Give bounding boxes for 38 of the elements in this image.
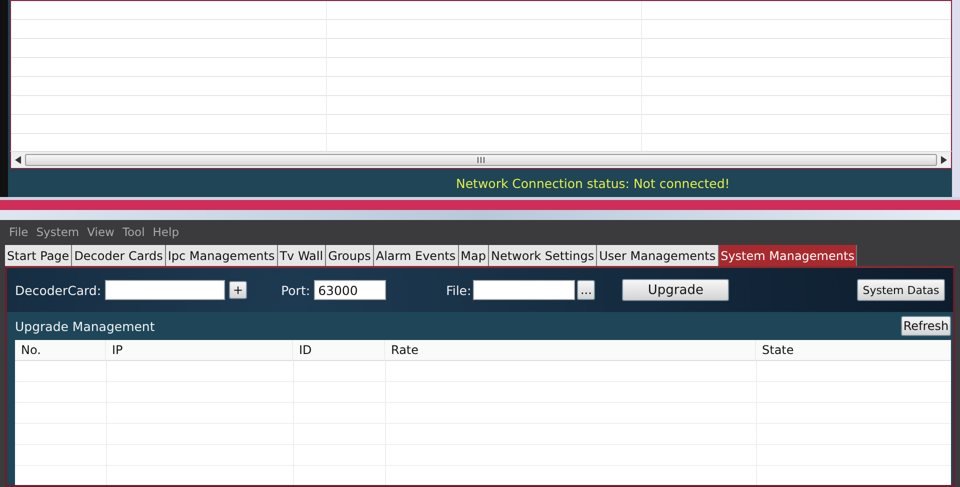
connection-status: Network Connection status: Not connected! <box>456 176 730 190</box>
tab[interactable]: Ipc Managements <box>166 245 278 266</box>
add-button[interactable]: + <box>229 281 248 299</box>
tab[interactable]: Start Page <box>5 245 72 266</box>
decoder-card-label: DecoderCard: <box>15 282 102 298</box>
column-header[interactable]: Rate <box>385 340 756 361</box>
tab[interactable]: Alarm Events <box>374 245 459 266</box>
column-header[interactable]: ID <box>293 340 385 361</box>
tab[interactable]: Tv Wall <box>278 245 326 266</box>
system-datas-button[interactable]: System Datas <box>857 279 945 301</box>
browse-button[interactable]: ... <box>577 280 596 300</box>
tab[interactable]: Decoder Cards <box>72 245 166 266</box>
column-header[interactable]: No. <box>15 340 106 361</box>
refresh-button[interactable]: Refresh <box>901 316 951 336</box>
port-label: Port: <box>281 282 310 298</box>
horizontal-scrollbar[interactable] <box>10 151 952 169</box>
left-arrow-icon[interactable] <box>15 156 21 164</box>
menu-item[interactable]: System <box>36 225 80 239</box>
scrollbar-thumb[interactable] <box>25 154 937 166</box>
tab[interactable]: System Managements <box>718 245 858 266</box>
file-label: File: <box>446 282 472 298</box>
port-field[interactable]: 63000 <box>314 280 386 300</box>
right-arrow-icon[interactable] <box>941 156 947 164</box>
column-header[interactable]: IP <box>106 340 293 361</box>
file-field[interactable] <box>473 280 576 300</box>
upgrade-button[interactable]: Upgrade <box>622 279 730 301</box>
tab[interactable]: Network Settings <box>488 245 598 266</box>
menu-item[interactable]: File <box>9 225 28 239</box>
menu-item[interactable]: Help <box>152 225 179 239</box>
column-header[interactable]: State <box>756 340 951 361</box>
group-title: Upgrade Management <box>15 318 155 334</box>
menu-item[interactable]: Tool <box>122 225 145 239</box>
menu-item[interactable]: View <box>87 225 114 239</box>
tab[interactable]: Groups <box>326 245 374 266</box>
grip-icon <box>477 157 485 163</box>
tab[interactable]: User Managements <box>597 245 719 266</box>
decoder-card-field[interactable] <box>105 280 226 300</box>
tab[interactable]: Map <box>458 245 489 266</box>
